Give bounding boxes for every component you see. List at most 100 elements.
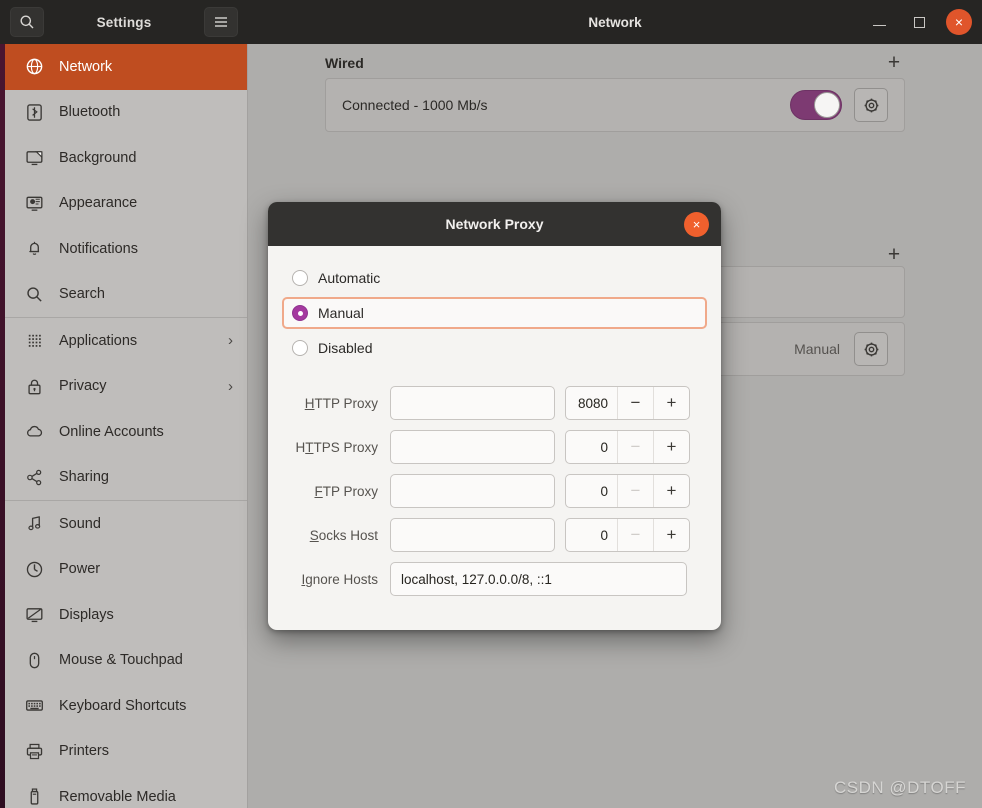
menu-button[interactable] [204,7,238,37]
port-increment-socks-host[interactable]: + [653,519,689,551]
power-icon [26,561,42,577]
sidebar-item-label: Sharing [59,469,109,486]
wired-connection-row: Connected - 1000 Mb/s [325,78,905,132]
sidebar-item-power[interactable]: Power [5,547,247,593]
port-value-ftp-proxy[interactable]: 0 [566,475,617,507]
printer-icon [26,743,42,759]
dialog-close-button[interactable]: × [684,211,709,237]
globe-icon [26,58,42,75]
port-decrement-ftp-proxy[interactable]: − [617,475,653,507]
add-wired-button[interactable]: + [883,52,905,73]
sidebar-item-bluetooth[interactable]: Bluetooth [5,90,247,136]
wired-title: Wired [325,54,364,71]
sidebar-item-mouse-touchpad[interactable]: Mouse & Touchpad [5,638,247,684]
sidebar-item-label: Removable Media [59,788,176,805]
port-value-https-proxy[interactable]: 0 [566,431,617,463]
bell-icon [28,242,39,256]
bluetooth-icon [26,103,42,121]
add-vpn-button[interactable]: + [883,244,905,265]
field-label-https-proxy: HTTPS Proxy [295,439,378,455]
sidebar-item-label: Online Accounts [59,423,164,440]
input-socks-host[interactable] [390,518,555,552]
port-stepper-ftp-proxy: 0− + [565,474,690,508]
printer-icon [23,740,45,762]
radio-label: Automatic [318,270,381,286]
radio-option-disabled[interactable]: Disabled [282,332,707,364]
field-row-ftp-proxy: FTP Proxy 0− + [290,474,699,508]
sidebar-item-online-accounts[interactable]: Online Accounts [5,409,247,455]
sidebar-item-keyboard-shortcuts[interactable]: Keyboard Shortcuts [5,683,247,729]
display-icon [25,608,42,623]
wired-section-header: Wired + [325,52,905,73]
grid-dots-icon [23,330,45,352]
mouse-icon [29,652,39,669]
settings-window: Settings Network × Network Bluetooth Bac… [0,0,982,808]
input-http-proxy[interactable] [390,386,555,420]
window-titlebar: Settings Network × [0,0,982,44]
bell-icon [23,238,45,260]
wired-settings-button[interactable] [854,88,888,122]
radio-button[interactable] [292,305,308,321]
port-increment-ftp-proxy[interactable]: + [653,475,689,507]
dialog-title: Network Proxy [445,216,544,232]
wired-status: Connected - 1000 Mb/s [342,97,488,113]
port-increment-http-proxy[interactable]: + [653,387,689,419]
radio-option-manual[interactable]: Manual [282,297,707,329]
proxy-fields: HTTP Proxy 8080− + HTTPS Proxy 0− + FTP Proxy 0… [290,386,699,596]
port-increment-https-proxy[interactable]: + [653,431,689,463]
radio-label: Disabled [318,340,373,356]
sidebar-item-printers[interactable]: Printers [5,729,247,775]
input-ignore-hosts[interactable]: localhost, 127.0.0.0/8, ::1 [390,562,687,596]
radio-button[interactable] [292,270,308,286]
sidebar-item-background[interactable]: Background [5,135,247,181]
display-icon [23,604,45,626]
port-decrement-socks-host[interactable]: − [617,519,653,551]
wallpaper-icon [23,147,45,169]
close-button[interactable]: × [946,9,972,35]
sidebar-item-appearance[interactable]: Appearance [5,181,247,227]
sidebar-item-label: Keyboard Shortcuts [59,697,187,714]
gear-icon [864,98,878,112]
port-value-http-proxy[interactable]: 8080 [566,387,617,419]
lock-icon [23,375,45,397]
sidebar-item-label: Printers [59,743,109,760]
wired-toggle[interactable] [790,90,842,120]
cloud-icon [23,421,45,443]
port-decrement-http-proxy[interactable]: − [617,387,653,419]
minimize-button[interactable] [866,9,892,35]
sidebar-item-applications[interactable]: Applications › [5,318,247,364]
sidebar-item-sharing[interactable]: Sharing [5,455,247,501]
sidebar-item-privacy[interactable]: Privacy › [5,364,247,410]
appearance-icon [25,196,42,211]
toggle-knob [814,92,840,118]
maximize-button[interactable] [906,9,932,35]
search-icon [23,283,45,305]
input-https-proxy[interactable] [390,430,555,464]
mouse-icon [23,649,45,671]
search-button[interactable] [10,7,44,37]
sidebar-item-removable-media[interactable]: Removable Media [5,774,247,808]
sidebar-item-displays[interactable]: Displays [5,592,247,638]
window-controls: × [866,0,972,44]
minimize-icon [872,24,886,27]
share-nodes-icon [23,466,45,488]
input-ftp-proxy[interactable] [390,474,555,508]
sidebar-item-sound[interactable]: Sound [5,501,247,547]
sidebar-item-label: Network [59,58,113,75]
sidebar-item-search[interactable]: Search [5,272,247,318]
sidebar-item-notifications[interactable]: Notifications [5,226,247,272]
radio-button[interactable] [292,340,308,356]
network-proxy-dialog: Network Proxy × Automatic Manual Disabled … [268,202,721,630]
cloud-icon [26,426,42,437]
field-label-ignore-hosts: Ignore Hosts [301,571,378,587]
radio-label: Manual [318,305,364,321]
port-stepper-https-proxy: 0− + [565,430,690,464]
proxy-settings-button[interactable] [854,332,888,366]
radio-option-automatic[interactable]: Automatic [282,262,707,294]
sidebar-item-network[interactable]: Network [5,44,247,90]
sidebar-item-label: Applications [59,332,138,349]
sidebar-item-label: Appearance [59,195,138,212]
port-decrement-https-proxy[interactable]: − [617,431,653,463]
sidebar-item-label: Notifications [59,240,138,257]
port-value-socks-host[interactable]: 0 [566,519,617,551]
